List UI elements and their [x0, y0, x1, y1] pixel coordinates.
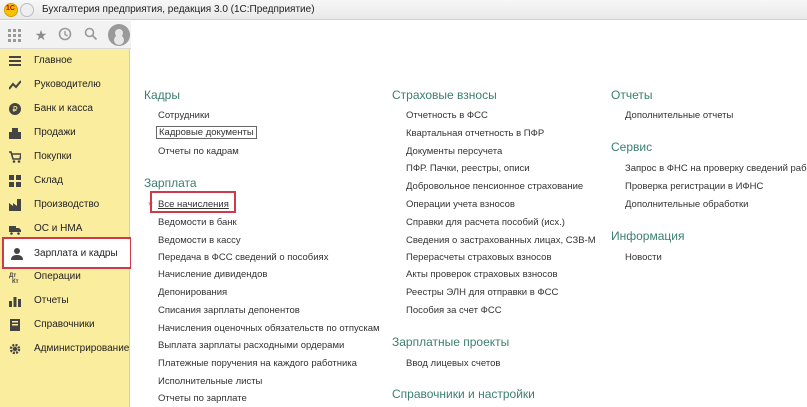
link-account-entry[interactable]: Ввод лицевых счетов: [406, 358, 500, 369]
link-deposits[interactable]: Депонирования: [158, 287, 227, 298]
user-avatar-icon[interactable]: [108, 24, 130, 46]
section-title-settings: Справочники и настройки: [392, 387, 535, 401]
sidebar-item-label: Банк и касса: [34, 103, 93, 114]
link-fss-reports[interactable]: Отчетность в ФСС: [406, 110, 488, 121]
link-cash-order-payouts[interactable]: Выплата зарплаты расходными ордерами: [158, 340, 344, 351]
link-cash-statements[interactable]: Ведомости в кассу: [158, 235, 241, 246]
menu-icon: [9, 56, 21, 66]
sidebar-item-label: Склад: [34, 175, 63, 186]
gear-icon: [9, 343, 21, 355]
cart-icon: [9, 151, 21, 163]
cash-register-icon: [9, 128, 21, 139]
book-icon: [10, 319, 20, 331]
top-toolbar: ★: [0, 21, 135, 49]
title-bar: Бухгалтерия предприятия, редакция 3.0 (1…: [0, 0, 807, 20]
sidebar: Главное Руководителю ₽ Банк и касса Прод…: [0, 49, 132, 407]
link-eln-registers[interactable]: Реестры ЭЛН для отправки в ФСС: [406, 287, 558, 298]
section-title-kadry: Кадры: [144, 88, 180, 102]
link-ifns-check[interactable]: Проверка регистрации в ИФНС: [625, 181, 763, 192]
dt-kt-icon: ДтКт: [9, 273, 19, 283]
link-voluntary-pension[interactable]: Добровольное пенсионное страхование: [406, 181, 583, 192]
sidebar-item-manager[interactable]: Руководителю: [0, 74, 130, 98]
ruble-coin-icon: ₽: [9, 103, 21, 115]
svg-text:Кт: Кт: [12, 279, 19, 283]
link-payment-orders[interactable]: Платежные поручения на каждого работника: [158, 358, 357, 369]
sidebar-item-label: Зарплата и кадры: [34, 248, 118, 259]
link-writs[interactable]: Исполнительные листы: [158, 376, 262, 387]
link-szv-m[interactable]: Сведения о застрахованных лицах, СЗВ-М: [406, 235, 596, 246]
link-pfr-batches[interactable]: ПФР. Пачки, реестры, описи: [406, 163, 530, 174]
link-employees[interactable]: Сотрудники: [158, 110, 209, 121]
section-title-zarplata: Зарплата: [144, 176, 197, 190]
factory-icon: [9, 199, 21, 211]
link-salary-reports[interactable]: Отчеты по зарплате: [158, 393, 247, 404]
chart-line-icon: [9, 80, 21, 90]
sidebar-item-label: Главное: [34, 55, 73, 66]
link-dividends[interactable]: Начисление дивидендов: [158, 269, 267, 280]
link-fss-benefits-paid[interactable]: Пособия за счет ФСС: [406, 305, 502, 316]
section-title-service: Сервис: [611, 140, 653, 154]
link-hr-reports[interactable]: Отчеты по кадрам: [158, 146, 239, 157]
link-benefit-certificates[interactable]: Справки для расчета пособий (исх.): [406, 217, 565, 228]
sidebar-item-operations[interactable]: Дт Кт Операции: [0, 266, 130, 290]
sidebar-item-label: Продажи: [34, 127, 76, 138]
sidebar-item-label: Справочники: [34, 319, 95, 330]
sidebar-item-label: Покупки: [34, 151, 72, 162]
section-title-reports: Отчеты: [611, 88, 653, 102]
sidebar-item-bank[interactable]: ₽ Банк и касса: [0, 98, 130, 122]
sidebar-item-main[interactable]: Главное: [0, 50, 130, 74]
sidebar-item-warehouse[interactable]: Склад: [0, 170, 130, 194]
link-fss-benefits[interactable]: Передача в ФСС сведений о пособиях: [158, 252, 328, 263]
sidebar-item-label: Руководителю: [34, 79, 101, 90]
app-logo-icon[interactable]: [4, 3, 18, 17]
section-title-information: Информация: [611, 229, 685, 243]
favorites-star-icon[interactable]: ★: [32, 26, 50, 44]
link-fns-request[interactable]: Запрос в ФНС на проверку сведений работн: [625, 163, 807, 174]
sidebar-item-label: ОС и НМА: [34, 223, 83, 234]
sidebar-item-reports[interactable]: Отчеты: [0, 290, 130, 314]
sidebar-item-sales[interactable]: Продажи: [0, 122, 130, 146]
sidebar-item-administration[interactable]: Администрирование: [0, 338, 130, 362]
sidebar-item-salary-hr[interactable]: Зарплата и кадры: [2, 237, 132, 269]
truck-icon: [9, 226, 21, 235]
warehouse-icon: [9, 175, 21, 187]
sidebar-item-label: Администрирование: [34, 343, 130, 354]
sidebar-item-purchases[interactable]: Покупки: [0, 146, 130, 170]
bar-chart-icon: [9, 297, 21, 307]
svg-text:₽: ₽: [13, 105, 18, 114]
link-vacation-liabilities[interactable]: Начисления оценочных обязательств по отп…: [158, 323, 380, 334]
link-bank-statements[interactable]: Ведомости в банк: [158, 217, 237, 228]
person-icon: [11, 248, 23, 260]
link-audit-acts[interactable]: Акты проверок страховых взносов: [406, 269, 558, 280]
sidebar-item-label: Отчеты: [34, 295, 69, 306]
search-icon[interactable]: [82, 26, 100, 44]
sidebar-item-label: Производство: [34, 199, 100, 210]
section-title-salary-projects: Зарплатные проекты: [392, 335, 510, 349]
link-hr-documents[interactable]: Кадровые документы: [156, 126, 257, 139]
link-depositor-writeoffs[interactable]: Списания зарплаты депонентов: [158, 305, 300, 316]
sidebar-item-label: Операции: [34, 271, 81, 282]
sidebar-item-production[interactable]: Производство: [0, 194, 130, 218]
window-menu-button[interactable]: [20, 3, 34, 17]
link-news[interactable]: Новости: [625, 252, 662, 263]
link-additional-processing[interactable]: Дополнительные обработки: [625, 199, 748, 210]
link-pfr-quarterly[interactable]: Квартальная отчетность в ПФР: [406, 128, 544, 139]
sidebar-item-catalogs[interactable]: Справочники: [0, 314, 130, 338]
link-additional-reports[interactable]: Дополнительные отчеты: [625, 110, 733, 121]
history-icon[interactable]: [56, 26, 74, 44]
link-personal-records[interactable]: Документы персучета: [406, 146, 502, 157]
main-panel: Кадры Сотрудники Кадровые документы Отче…: [131, 21, 807, 407]
link-all-accruals[interactable]: Все начисления: [158, 199, 229, 210]
link-recalculations[interactable]: Перерасчеты страховых взносов: [406, 252, 552, 263]
link-contribution-operations[interactable]: Операции учета взносов: [406, 199, 515, 210]
apps-grid-icon[interactable]: [6, 26, 24, 44]
section-title-insurance: Страховые взносы: [392, 88, 497, 102]
window-title: Бухгалтерия предприятия, редакция 3.0 (1…: [42, 4, 315, 15]
